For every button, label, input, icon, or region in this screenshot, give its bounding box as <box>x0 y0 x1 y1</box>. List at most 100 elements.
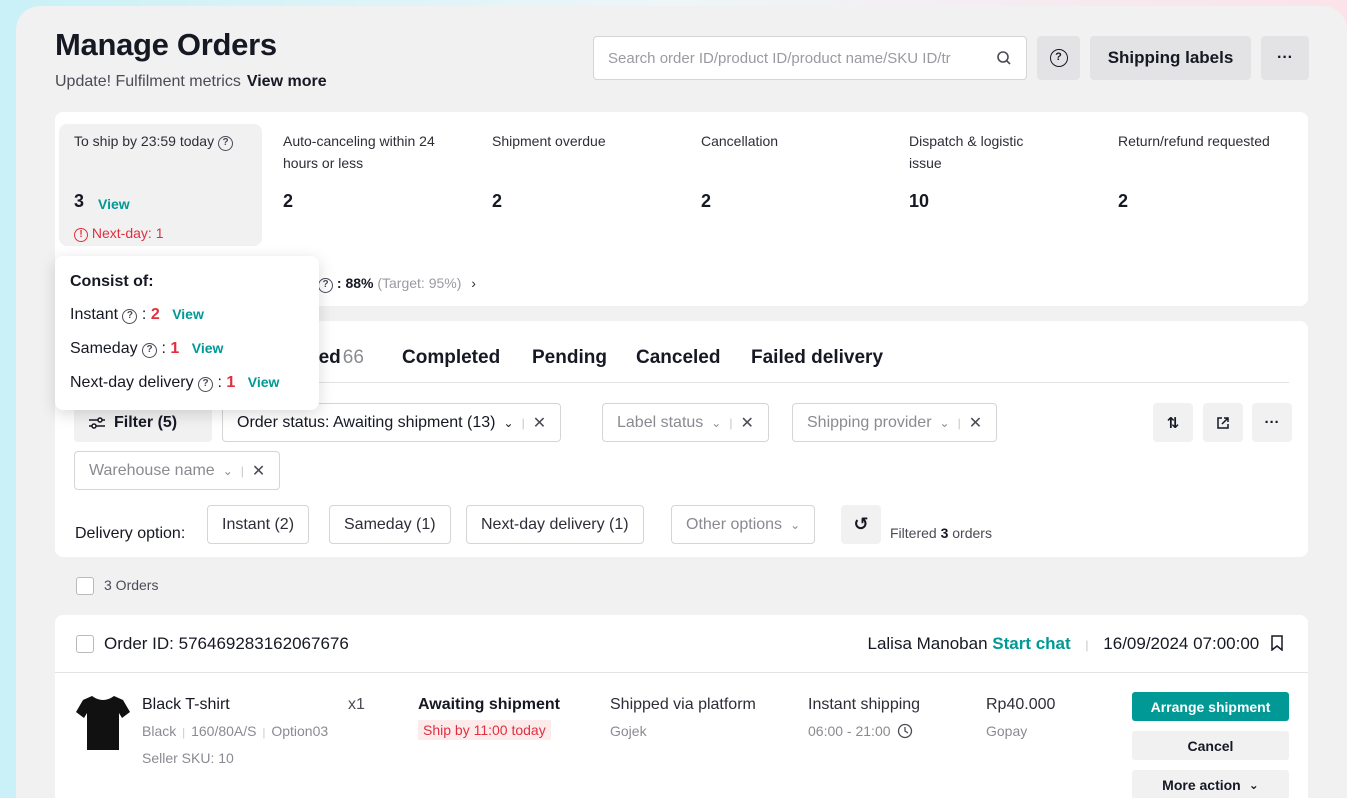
sort-icon: ⇅ <box>1166 414 1180 432</box>
other-options-select[interactable]: Other options ⌄ <box>671 505 816 544</box>
view-instant-link[interactable]: View <box>172 306 204 322</box>
delivery-nextday-button[interactable]: Next-day delivery (1) <box>466 505 644 544</box>
metric-label: Shipment overdue <box>492 133 606 149</box>
sort-button[interactable]: ⇅ <box>1153 403 1193 442</box>
metric-label: Auto-canceling within 24 hours or less <box>283 133 435 171</box>
order-price: Rp40.000 <box>986 696 1056 713</box>
search-input[interactable]: Search order ID/product ID/product name/… <box>593 36 1027 80</box>
start-chat-link[interactable]: Start chat <box>992 634 1070 653</box>
more-action-button[interactable]: More action ⌄ <box>1132 770 1289 798</box>
select-all-checkbox[interactable] <box>76 577 94 595</box>
fulfilment-rate[interactable]: ? : 88% (Target: 95%) › <box>318 275 476 293</box>
order-card: Order ID: 576469283162067676 Lalisa Mano… <box>55 615 1308 798</box>
tab-failed-delivery[interactable]: Failed delivery <box>751 347 883 369</box>
product-name[interactable]: Black T-shirt <box>142 696 230 714</box>
chevron-down-icon: ⌄ <box>222 463 233 478</box>
help-button[interactable]: ? <box>1037 36 1080 80</box>
delivery-breakdown-popover: Consist of: Instant ? : 2 View Sameday ?… <box>55 256 319 410</box>
ship-by-badge: Ship by 11:00 today <box>418 720 551 740</box>
metric-value: 2 <box>1118 191 1129 211</box>
metric-label: To ship by 23:59 today <box>74 133 215 149</box>
carrier-name: Gojek <box>610 723 647 739</box>
tab-pending[interactable]: Pending <box>532 347 607 369</box>
metric-value: 3 <box>74 191 85 211</box>
buyer-name: Lalisa Manoban <box>867 634 988 653</box>
order-checkbox[interactable] <box>76 635 94 653</box>
help-icon: ? <box>1049 49 1068 67</box>
rate-target: (Target: 95%) <box>377 275 462 291</box>
popover-item-nextday: Next-day delivery ? : 1 View <box>70 374 280 392</box>
filtered-count: Filtered 3 orders <box>890 525 992 541</box>
metric-dispatch-issue[interactable]: Dispatch & logistic issue 10 <box>909 130 1059 211</box>
filter-icon <box>89 416 105 429</box>
warehouse-filter[interactable]: Warehouse name ⌄ | ✕ <box>74 451 281 490</box>
search-placeholder: Search order ID/product ID/product name/… <box>608 49 951 67</box>
popover-item-instant: Instant ? : 2 View <box>70 306 204 324</box>
metric-value: 10 <box>909 191 930 211</box>
reset-icon: ↺ <box>853 514 869 534</box>
metric-auto-canceling[interactable]: Auto-canceling within 24 hours or less 2 <box>283 130 473 211</box>
view-nextday-link[interactable]: View <box>248 374 280 390</box>
search-icon[interactable] <box>996 50 1012 66</box>
metric-value: 2 <box>492 191 503 211</box>
external-link-icon <box>1217 416 1229 429</box>
clear-icon[interactable]: ✕ <box>533 413 546 433</box>
clear-icon[interactable]: ✕ <box>740 413 753 433</box>
metric-label: Cancellation <box>701 133 779 149</box>
help-icon: ? <box>142 343 158 358</box>
metric-cancellation[interactable]: Cancellation 2 <box>701 130 891 211</box>
clock-icon <box>898 723 913 739</box>
shipping-method: Shipped via platform <box>610 696 756 713</box>
help-icon: ? <box>318 278 333 293</box>
product-variant: Black | 160/80A/S | Option03 <box>142 723 329 739</box>
tab-completed[interactable]: Completed <box>402 347 500 369</box>
chevron-down-icon: ⌄ <box>503 415 514 430</box>
order-id: Order ID: 576469283162067676 <box>104 634 349 653</box>
tab-canceled[interactable]: Canceled <box>636 347 720 369</box>
help-icon: ? <box>218 136 233 151</box>
clear-icon[interactable]: ✕ <box>969 413 982 433</box>
product-qty: x1 <box>348 696 365 713</box>
order-status: Awaiting shipment <box>418 696 560 713</box>
arrange-shipment-button[interactable]: Arrange shipment <box>1132 692 1289 721</box>
metric-value: 2 <box>283 191 294 211</box>
metric-shipment-overdue[interactable]: Shipment overdue 2 <box>492 130 682 211</box>
shipping-labels-button[interactable]: Shipping labels <box>1090 36 1251 80</box>
chevron-down-icon: ⌄ <box>939 415 950 430</box>
reset-filters-button[interactable]: ↺ <box>841 505 881 544</box>
orders-count: 3 Orders <box>104 577 159 593</box>
warning-icon: ! <box>74 228 88 242</box>
chevron-right-icon[interactable]: › <box>471 275 476 291</box>
page-subtitle: Update! Fulfilment metrics View more <box>55 73 327 91</box>
subtitle-text: Update! Fulfilment metrics <box>55 73 241 90</box>
view-sameday-link[interactable]: View <box>192 340 224 356</box>
chevron-down-icon: ⌄ <box>711 415 722 430</box>
cancel-order-button[interactable]: Cancel <box>1132 731 1289 760</box>
metric-label: Return/refund requested <box>1118 133 1270 149</box>
delivery-instant-button[interactable]: Instant (2) <box>207 505 310 544</box>
metric-to-ship[interactable]: To ship by 23:59 today ? 3 View ! Next-d… <box>74 130 264 242</box>
clear-icon[interactable]: ✕ <box>252 461 265 481</box>
delivery-sameday-button[interactable]: Sameday (1) <box>329 505 451 544</box>
more-options-button[interactable]: ··· <box>1261 36 1309 80</box>
more-filter-options-button[interactable]: ··· <box>1252 403 1292 442</box>
next-day-warning: ! Next-day: 1 <box>74 222 163 244</box>
label-status-filter[interactable]: Label status ⌄ | ✕ <box>602 403 769 442</box>
buyer-info: Lalisa Manoban Start chat | 16/09/2024 0… <box>868 634 1285 654</box>
shipping-type: Instant shipping <box>808 696 921 713</box>
metric-view-link[interactable]: View <box>98 193 130 215</box>
metric-value: 2 <box>701 191 712 211</box>
order-datetime: 16/09/2024 07:00:00 <box>1103 634 1260 653</box>
view-more-link[interactable]: View more <box>247 73 327 90</box>
shipping-provider-filter[interactable]: Shipping provider ⌄ | ✕ <box>792 403 998 442</box>
bookmark-icon[interactable] <box>1270 635 1284 652</box>
metric-label: Dispatch & logistic issue <box>909 133 1024 171</box>
export-button[interactable] <box>1203 403 1243 442</box>
product-image <box>75 692 131 752</box>
chevron-down-icon: ⌄ <box>790 517 801 532</box>
page-title: Manage Orders <box>55 27 277 62</box>
metric-return-refund[interactable]: Return/refund requested 2 <box>1118 130 1308 211</box>
chevron-down-icon: ⌄ <box>1248 777 1259 792</box>
delivery-option-label: Delivery option: <box>75 525 186 542</box>
popover-item-sameday: Sameday ? : 1 View <box>70 340 224 358</box>
